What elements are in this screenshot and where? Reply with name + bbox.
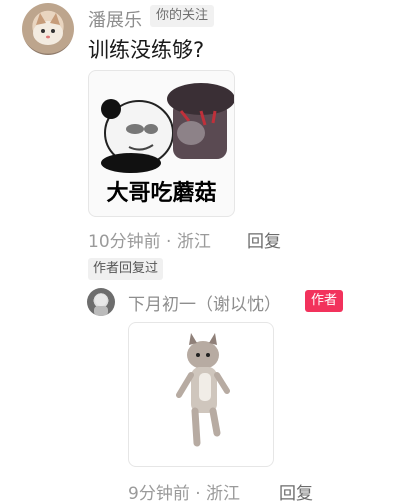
reply-avatar[interactable] (87, 288, 115, 316)
sticker-caption: 大哥吃蘑菇 (106, 181, 217, 206)
comment-location: 浙江 (176, 232, 211, 252)
reply-reply-button[interactable]: 回复 (279, 479, 313, 504)
username[interactable]: 潘展乐 (88, 6, 142, 32)
sticker-image[interactable]: 大哥吃蘑菇 (88, 70, 235, 217)
reply-location: 浙江 (206, 484, 241, 504)
avatar[interactable] (22, 3, 74, 55)
reply-meta: 9分钟前 · 浙江 (128, 479, 240, 504)
author-badge: 作者 (305, 290, 344, 312)
follow-tag: 你的关注 (150, 5, 215, 27)
reply-sticker-image[interactable] (128, 322, 274, 467)
meta-separator: · (195, 484, 207, 504)
author-replied-tag: 作者回复过 (88, 258, 164, 280)
reply-button[interactable]: 回复 (247, 227, 281, 252)
meta-separator: · (166, 232, 177, 252)
comment-text: 训练没练够? (88, 38, 205, 62)
reply-time: 9分钟前 (128, 484, 190, 504)
reply-username[interactable]: 下月初一（谢以忱） (128, 290, 281, 315)
comment-time: 10分钟前 (88, 232, 161, 252)
comment-meta: 10分钟前 · 浙江 (88, 227, 211, 252)
